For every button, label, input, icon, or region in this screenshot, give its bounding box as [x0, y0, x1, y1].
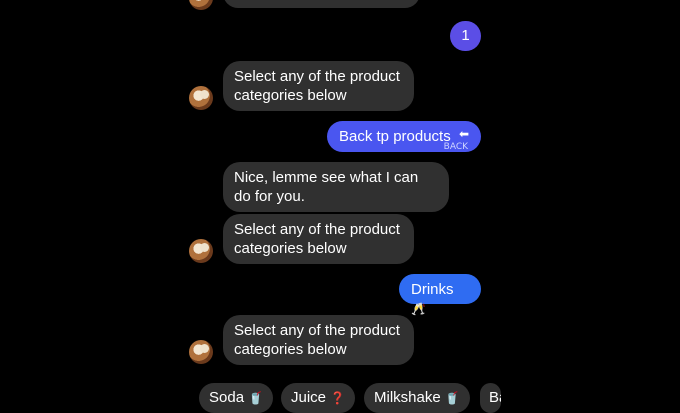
- bot-avatar: [189, 86, 213, 110]
- bot-message-select-2: Select any of the product categories bel…: [223, 214, 414, 264]
- quick-reply-milkshake-label: Milkshake: [374, 389, 441, 406]
- quick-reply-milkshake[interactable]: Milkshake 🥤: [364, 383, 470, 413]
- quick-reply-partial-label: Ba: [489, 389, 501, 406]
- cup-icon: 🥤: [444, 391, 460, 405]
- user-message-drinks-text: Drinks: [411, 281, 454, 298]
- quick-reply-juice[interactable]: Juice ❓: [281, 383, 356, 413]
- bot-message-select-3-text: Select any of the product categories bel…: [234, 322, 400, 358]
- bot-message-select-3: Select any of the product categories bel…: [223, 315, 414, 365]
- unknown-glyph-icon: ❓: [330, 391, 346, 405]
- bot-message-select-1: Select any of the product categories bel…: [223, 61, 414, 111]
- bot-message-select-2-text: Select any of the product categories bel…: [234, 221, 400, 257]
- bot-message-nice: Nice, lemme see what I can do for you.: [223, 162, 449, 212]
- bot-message-select-1-text: Select any of the product categories bel…: [234, 68, 400, 104]
- message-bubble-partial: [223, 0, 420, 8]
- cup-icon: 🥤: [248, 391, 264, 405]
- quick-reply-soda[interactable]: Soda 🥤: [199, 383, 274, 413]
- back-sticker-label: BACK: [443, 142, 468, 152]
- chat-thread: 1 Select any of the product categories b…: [0, 0, 680, 413]
- champagne-glasses-icon: 🥂: [411, 302, 426, 316]
- user-message-back-text: Back tp products: [339, 128, 451, 145]
- user-message-1: 1: [450, 21, 481, 51]
- quick-reply-soda-label: Soda: [209, 389, 245, 406]
- user-message-drinks: Drinks 🥂: [399, 274, 481, 316]
- user-message-back: Back tp products ⬅ BACK: [327, 121, 481, 152]
- bot-avatar: [189, 340, 213, 364]
- bot-message-nice-text: Nice, lemme see what I can do for you.: [234, 169, 419, 205]
- bot-avatar: [189, 0, 213, 10]
- quick-reply-partial[interactable]: Ba: [480, 383, 501, 413]
- user-message-1-text: 1: [461, 27, 470, 44]
- bot-avatar: [189, 239, 213, 263]
- quick-reply-juice-label: Juice: [291, 389, 327, 406]
